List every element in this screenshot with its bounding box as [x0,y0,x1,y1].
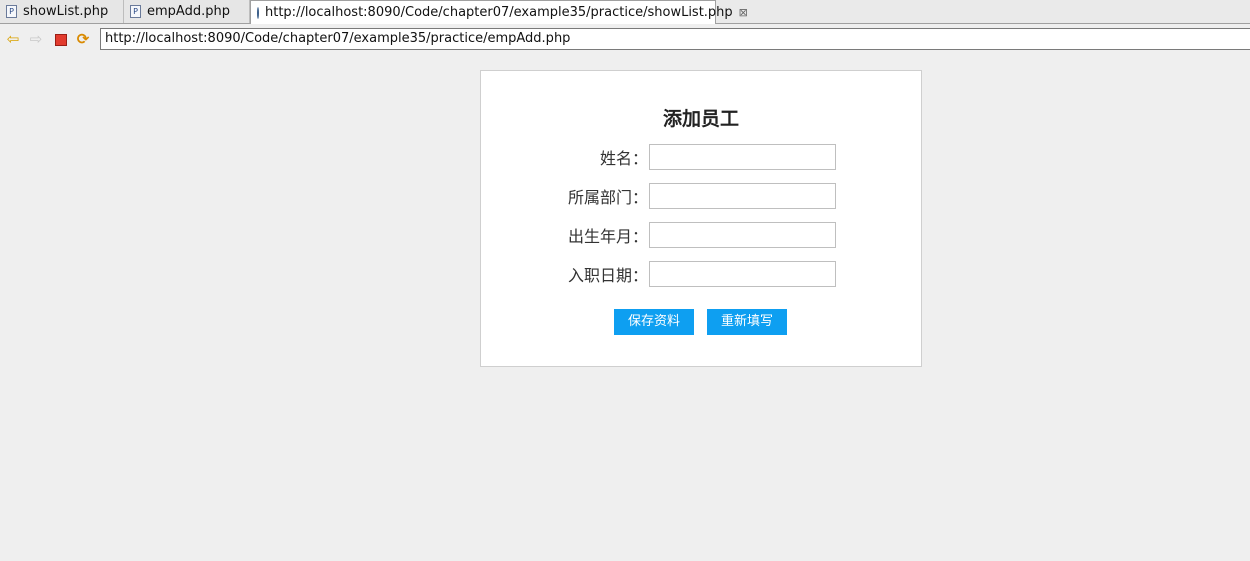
editor-tab-bar: P showList.php P empAdd.php http://local… [0,0,1250,24]
add-employee-form: 添加员工 姓名： 所属部门： 出生年月： 入职日期： 保存资料 重新填写 [480,70,922,367]
tab-label: empAdd.php [147,4,230,19]
name-label: 姓名： [599,149,648,168]
tab-label: http://localhost:8090/Code/chapter07/exa… [265,5,733,20]
php-file-icon: P [130,5,141,18]
close-icon[interactable]: ⊠ [739,6,748,19]
department-input[interactable] [649,183,836,209]
reset-button[interactable]: 重新填写 [707,309,787,335]
tab-browser-showlist[interactable]: http://localhost:8090/Code/chapter07/exa… [250,0,748,24]
stop-icon[interactable] [53,31,69,47]
forward-arrow-icon[interactable]: ⇨ [28,31,44,47]
hire-date-label: 入职日期： [567,266,648,285]
birth-month-input[interactable] [649,222,836,248]
form-title: 添加员工 [662,108,739,130]
browser-toolbar: ⇦ ⇨ ⟳ http://localhost:8090/Code/chapter… [0,24,1250,54]
birth-month-label: 出生年月： [567,227,648,246]
department-label: 所属部门： [567,188,648,207]
globe-icon [257,6,259,19]
name-input[interactable] [649,144,836,170]
url-bar[interactable]: http://localhost:8090/Code/chapter07/exa… [100,28,1250,50]
back-arrow-icon[interactable]: ⇦ [5,31,21,47]
tab-empadd[interactable]: P empAdd.php [124,0,250,23]
tab-label: showList.php [23,4,109,19]
save-button[interactable]: 保存资料 [614,309,694,335]
tab-showlist[interactable]: P showList.php [0,0,124,23]
hire-date-input[interactable] [649,261,836,287]
refresh-icon[interactable]: ⟳ [75,31,91,47]
php-file-icon: P [6,5,17,18]
